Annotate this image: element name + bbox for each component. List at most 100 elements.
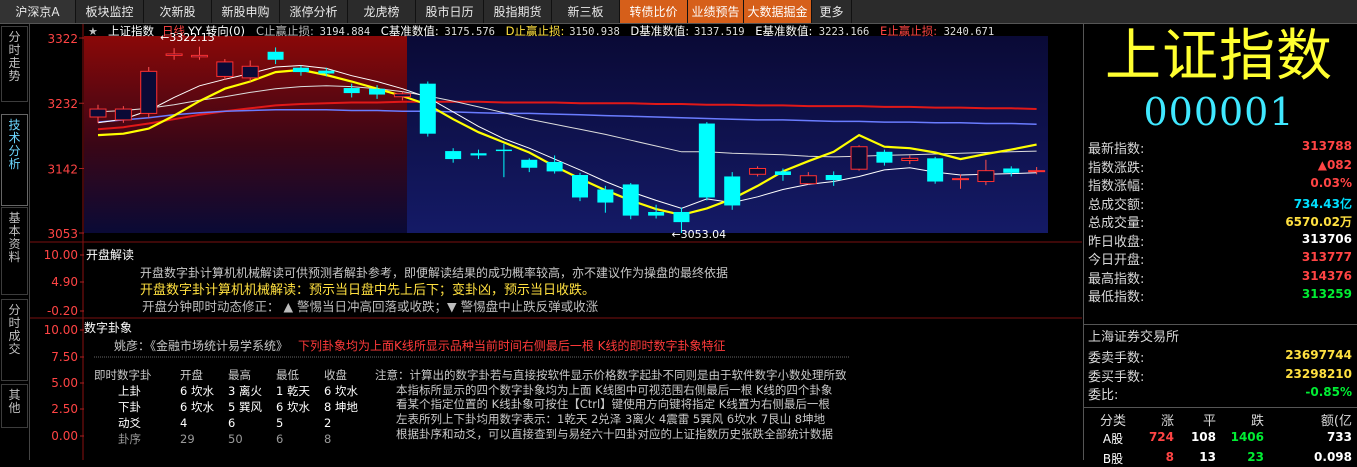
stat-row: 最低指数: 313259 xyxy=(1084,285,1357,305)
nav-tab-5[interactable]: 龙虎榜 xyxy=(348,0,416,23)
exchange-name: 上海证券交易所 xyxy=(1088,330,1180,345)
gua-cell: 5 巽风 xyxy=(228,400,262,414)
breadth-header-1: 涨 xyxy=(1160,414,1174,429)
index-name: 上证指数 xyxy=(1105,24,1333,89)
stat-label: 昨日收盘: xyxy=(1088,234,1145,250)
gua-cell: 6 坎水 xyxy=(276,400,310,414)
candle-body xyxy=(622,184,639,216)
candle-body xyxy=(89,108,107,118)
stat-label: 委卖手数: xyxy=(1088,351,1145,366)
candle-body xyxy=(318,70,335,74)
side-tab-0[interactable]: 分时走势 xyxy=(1,26,28,102)
nav-tab-4[interactable]: 涨停分析 xyxy=(280,0,348,23)
breadth-cell: 1406 xyxy=(1230,430,1264,444)
nav-tab-10[interactable]: 业绩预告 xyxy=(688,0,744,23)
candle-body xyxy=(850,146,868,170)
nav-tab-7[interactable]: 股指期货 xyxy=(484,0,552,23)
gua-note-1: 本指标所显示的四个数字卦象均为上面 K线图中可视范围右侧最后一根 K线的四个卦象 xyxy=(396,382,833,397)
candle-body xyxy=(190,54,208,58)
chart-header-value-4: 3223.166 xyxy=(819,26,870,38)
gua-y-label: 7.50 xyxy=(51,350,78,364)
stat-label: 总成交量: xyxy=(1088,216,1145,231)
gua-cell: 6 坎水 xyxy=(180,400,214,414)
candle-body xyxy=(521,159,538,168)
gua-y-label: 5.00 xyxy=(51,376,78,390)
candle-body xyxy=(698,123,715,198)
candle-body xyxy=(673,211,690,223)
gua-cell: 6 坎水 xyxy=(180,384,214,398)
stat-label: 最低指数: xyxy=(1088,290,1145,305)
gua-cell: 卦序 xyxy=(118,432,141,446)
nav-tab-8[interactable]: 新三板 xyxy=(552,0,620,23)
candle-body xyxy=(445,151,462,160)
breadth-cell: 23 xyxy=(1247,450,1264,464)
y-tick-label: 3232 xyxy=(47,97,78,111)
stat-row: 指数涨跌: ▲082 xyxy=(1084,156,1357,176)
quote-panel: 上证指数 000001 最新指数: 313788 指数涨跌: ▲082 指数涨幅: 0.0… xyxy=(1083,24,1357,466)
gua-y-label: 0.00 xyxy=(51,429,78,443)
breadth-cell: 733 xyxy=(1326,430,1352,444)
stat-value: 23298210 xyxy=(1285,366,1352,381)
nav-tab-3[interactable]: 新股申购 xyxy=(212,0,280,23)
breadth-cell: 13 xyxy=(1199,450,1216,464)
gua-row: 上卦 6 坎水 3 离火 1 乾天 6 坎水 xyxy=(94,383,372,399)
stat-value: 313706 xyxy=(1301,231,1352,246)
gua-header-2: 最高 xyxy=(228,368,251,382)
gua-panel-title: 数字卦象 xyxy=(84,321,133,335)
nav-tab-1[interactable]: 板块监控 xyxy=(76,0,144,23)
open-y-label: 10.00 xyxy=(44,248,78,262)
stat-value: ▲082 xyxy=(1317,157,1352,172)
stat-value: 0.03% xyxy=(1310,176,1352,190)
left-side-tabs: 分时走势技术分析基本资料分时成交其他 xyxy=(0,24,30,460)
candle-body xyxy=(114,108,132,121)
candle-body xyxy=(470,153,487,156)
stat-row: 委买手数: 23298210 xyxy=(1084,365,1357,385)
side-tab-4[interactable]: 其他 xyxy=(1,384,28,428)
stat-label: 指数涨幅: xyxy=(1088,179,1145,194)
gua-header-0: 即时数字卦 xyxy=(94,368,152,382)
nav-tab-0[interactable]: 沪深京A xyxy=(0,0,76,23)
breadth-header-4: 额(亿 xyxy=(1320,414,1352,429)
nav-tab-6[interactable]: 股市日历 xyxy=(416,0,484,23)
candle-body xyxy=(876,151,893,163)
nav-tab-12[interactable]: 更多 xyxy=(812,0,852,23)
gua-cell: 5 xyxy=(276,416,284,430)
candle-body xyxy=(267,51,284,60)
gua-y-label: 10.00 xyxy=(44,323,78,337)
stat-value: 734.43亿 xyxy=(1293,196,1352,211)
stat-label: 总成交额: xyxy=(1088,197,1145,213)
side-tab-2[interactable]: 基本资料 xyxy=(1,207,28,295)
stat-value: 6570.02万 xyxy=(1285,215,1352,229)
candle-body xyxy=(597,189,614,203)
gua-cell: 1 乾天 xyxy=(276,384,310,398)
candle-body xyxy=(140,70,158,114)
gua-cell: 4 xyxy=(180,416,188,430)
top-nav-bar: 沪深京A 板块监控 次新股 新股申购 涨停分析 龙虎榜 股市日历 股指期货 新三板 转债比价 业绩预… xyxy=(0,0,1357,24)
candle-body xyxy=(572,175,588,198)
gua-cell: 8 坤地 xyxy=(324,400,358,414)
gua-cell: 6 xyxy=(228,416,236,430)
gua-cell: 上卦 xyxy=(118,384,141,398)
side-tab-1[interactable]: 技术分析 xyxy=(1,114,28,206)
gua-note-4: 根据卦序和动爻，可以直接查到与易经六十四卦对应的上证指数历史张跌全部统计数据 xyxy=(396,426,833,441)
gua-cell: 6 坎水 xyxy=(324,384,358,398)
chart-header-value-5: 3240.671 xyxy=(944,26,995,38)
stat-label: 最高指数: xyxy=(1088,271,1145,287)
candle-body xyxy=(343,88,360,94)
high-annotation: ←3322.13 xyxy=(160,31,215,44)
candle-body xyxy=(952,178,970,181)
nav-tab-11[interactable]: 大数据掘金 xyxy=(744,0,812,23)
candle-body xyxy=(292,67,309,73)
stat-label: 指数涨跌: xyxy=(1088,160,1145,176)
stat-row: 昨日收盘: 313706 xyxy=(1084,230,1357,250)
stat-row: 总成交量: 6570.02万 xyxy=(1084,211,1357,231)
stat-label: 委比: xyxy=(1088,388,1119,403)
gua-note-0: 注意：计算出的数字卦若与直接按软件显示价格数字起卦不同则是由于软件数字小数处理所… xyxy=(375,368,847,382)
nav-tab-2[interactable]: 次新股 xyxy=(144,0,212,23)
chart-header-label-1: C基准数值: xyxy=(381,24,439,38)
gua-header-1: 开盘 xyxy=(180,368,203,382)
nav-tab-9[interactable]: 转债比价 xyxy=(620,0,688,23)
side-tab-3[interactable]: 分时成交 xyxy=(1,299,28,381)
gua-cell: 6 xyxy=(276,432,284,446)
gua-row: 下卦 6 坎水 5 巽风 6 坎水 8 坤地 xyxy=(94,399,372,415)
